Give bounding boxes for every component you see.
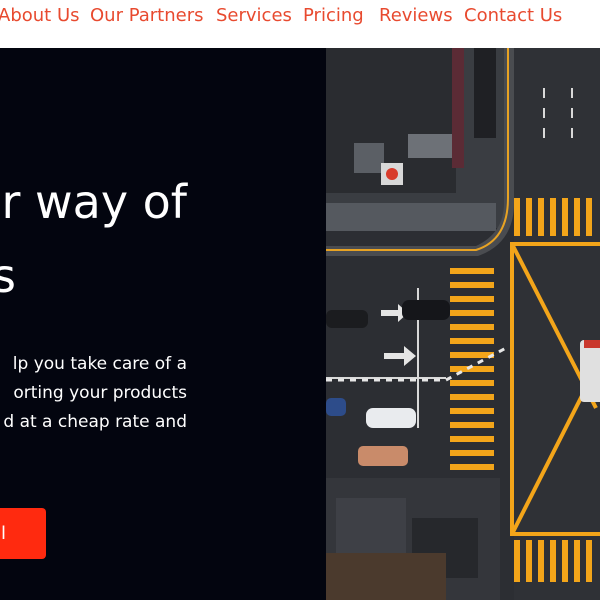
hero-section: er way of s lp you take care of a orting… <box>0 48 600 600</box>
hero-description-line: orting your products <box>13 383 187 403</box>
nav-link-about-us[interactable]: About Us <box>0 4 80 28</box>
roof-structure <box>354 143 384 173</box>
car <box>402 300 450 320</box>
hero-description-line: lp you take care of a <box>12 354 187 374</box>
tree-shadow <box>474 48 496 138</box>
hero-headline-line-1: er way of <box>0 175 187 229</box>
nav-link-reviews[interactable]: Reviews <box>379 4 453 28</box>
road-vertical <box>514 48 600 600</box>
car <box>366 408 416 428</box>
car <box>358 446 408 466</box>
building-edge <box>326 203 496 231</box>
intersection-illustration <box>326 48 600 600</box>
awning <box>326 553 446 600</box>
truck-cab <box>584 340 600 348</box>
top-navigation: About Us Our Partners Services Pricing R… <box>0 0 600 48</box>
truck <box>580 340 600 402</box>
roof-sign-mark <box>386 168 398 180</box>
building-facade <box>452 48 464 168</box>
hero-cta-button[interactable]: al <box>0 508 46 559</box>
nav-link-our-partners[interactable]: Our Partners <box>90 4 204 28</box>
nav-link-pricing[interactable]: Pricing <box>303 4 364 28</box>
nav-link-contact-us[interactable]: Contact Us <box>464 4 562 28</box>
hero-description: lp you take care of a orting your produc… <box>0 350 187 437</box>
hero-headline-line-2: s <box>0 249 16 303</box>
hero-copy: er way of s lp you take care of a orting… <box>0 48 326 600</box>
car <box>326 310 368 328</box>
nav-link-services[interactable]: Services <box>216 4 292 28</box>
aerial-city-intersection-image <box>326 48 600 600</box>
hero-description-line: d at a cheap rate and <box>3 412 187 432</box>
roof-wall <box>408 134 458 158</box>
car <box>326 398 346 416</box>
